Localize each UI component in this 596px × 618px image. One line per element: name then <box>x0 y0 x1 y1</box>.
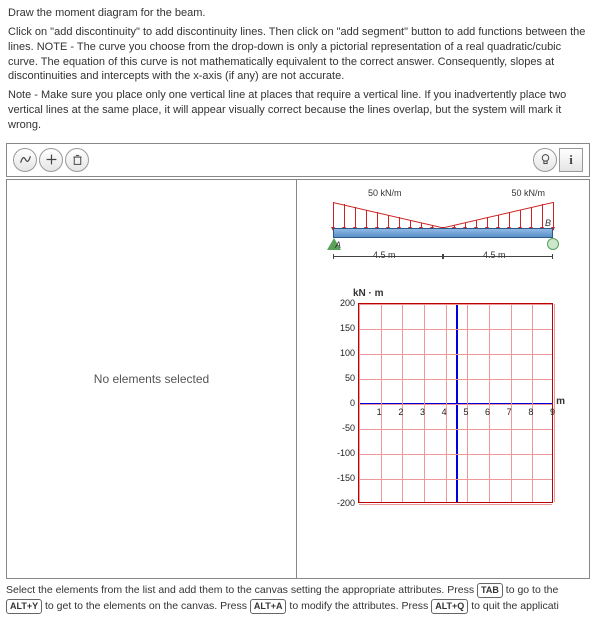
element-list-panel[interactable]: No elements selected <box>7 180 297 578</box>
ytick: 50 <box>323 373 355 383</box>
ytick: 200 <box>323 298 355 308</box>
point-b-label: B <box>545 218 551 228</box>
beam-rect <box>333 228 553 238</box>
kbd-alt-y: ALT+Y <box>6 599 42 615</box>
load-triangle-left <box>333 202 443 230</box>
center-vline <box>456 304 458 502</box>
info-button[interactable]: i <box>559 148 583 172</box>
xtick: 8 <box>528 407 533 417</box>
kbd-alt-q: ALT+Q <box>431 599 468 615</box>
instruction-title: Draw the moment diagram for the beam. <box>8 6 588 21</box>
y-axis-label: kN · m <box>353 288 384 299</box>
dim-left-label: 4.5 m <box>373 250 396 260</box>
moment-chart[interactable]: kN · m m -200 -150 -100 -50 0 50 100 150 200 1 2 3 4… <box>313 288 573 518</box>
ytick: -150 <box>323 473 355 483</box>
footer-help: Select the elements from the list and ad… <box>6 583 590 615</box>
instruction-p2: Note - Make sure you place only one vert… <box>8 88 588 133</box>
canvas-panel[interactable]: 50 kN/m 50 kN/m A B 4.5 m 4.5 m kN · m m <box>297 180 589 578</box>
add-segment-button[interactable] <box>13 148 37 172</box>
plot-area[interactable] <box>358 303 553 503</box>
support-b-icon <box>547 238 559 250</box>
kbd-tab: TAB <box>477 583 503 599</box>
no-selection-message: No elements selected <box>94 372 209 386</box>
hint-button[interactable] <box>533 148 557 172</box>
ytick: 100 <box>323 348 355 358</box>
xtick: 1 <box>377 407 382 417</box>
ytick: -200 <box>323 498 355 508</box>
instructions-block: Draw the moment diagram for the beam. Cl… <box>0 0 596 141</box>
load-triangle-right <box>443 202 553 230</box>
xtick: 6 <box>485 407 490 417</box>
delete-button[interactable] <box>65 148 89 172</box>
point-a-label: A <box>335 240 341 250</box>
x-axis-label: m <box>556 396 565 407</box>
xtick: 5 <box>463 407 468 417</box>
ytick: 0 <box>323 398 355 408</box>
kbd-alt-a: ALT+A <box>250 599 287 615</box>
toolbar: i <box>6 143 590 177</box>
load-right-label: 50 kN/m <box>511 188 545 198</box>
beam-figure: 50 kN/m 50 kN/m A B 4.5 m 4.5 m <box>313 188 573 278</box>
ytick: -50 <box>323 423 355 433</box>
ytick: 150 <box>323 323 355 333</box>
ytick: -100 <box>323 448 355 458</box>
xtick: 3 <box>420 407 425 417</box>
load-left-label: 50 kN/m <box>368 188 402 198</box>
workspace: No elements selected 50 kN/m 50 kN/m A B… <box>6 179 590 579</box>
instruction-p1: Click on "add discontinuity" to add disc… <box>8 25 588 84</box>
xtick: 9 <box>550 407 555 417</box>
xtick: 7 <box>507 407 512 417</box>
xtick: 2 <box>398 407 403 417</box>
add-discontinuity-button[interactable] <box>39 148 63 172</box>
dim-right-label: 4.5 m <box>483 250 506 260</box>
xtick: 4 <box>442 407 447 417</box>
